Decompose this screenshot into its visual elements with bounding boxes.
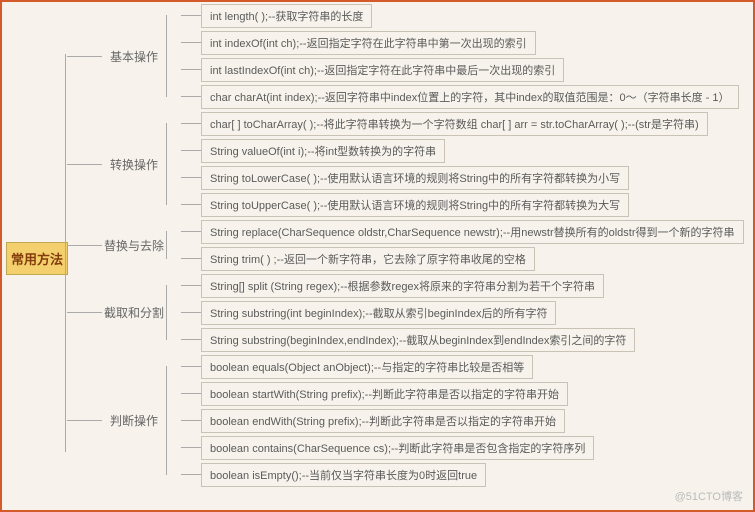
method-box: boolean isEmpty();--当前仅当字符串长度为0时返回true bbox=[201, 463, 486, 487]
list-item: String[] split (String regex);--根据参数rege… bbox=[181, 272, 635, 299]
method-box: String[] split (String regex);--根据参数rege… bbox=[201, 274, 604, 298]
list-item: boolean contains(CharSequence cs);--判断此字… bbox=[181, 434, 594, 461]
connector bbox=[67, 312, 102, 313]
list-item: String substring(beginIndex,endIndex);--… bbox=[181, 326, 635, 353]
category-label: 基本操作 bbox=[102, 44, 166, 69]
connector bbox=[67, 56, 102, 57]
bracket bbox=[166, 231, 181, 259]
category-basic: 基本操作 int length( );--获取字符串的长度 int indexO… bbox=[67, 2, 755, 110]
bracket bbox=[166, 123, 181, 205]
root-node: 常用方法 bbox=[6, 242, 68, 275]
connector bbox=[67, 164, 102, 165]
category-container: 基本操作 int length( );--获取字符串的长度 int indexO… bbox=[67, 2, 755, 488]
category-judge: 判断操作 boolean equals(Object anObject);--与… bbox=[67, 353, 755, 488]
bracket bbox=[166, 285, 181, 340]
method-box: boolean endWith(String prefix);--判断此字符串是… bbox=[201, 409, 565, 433]
method-box: String replace(CharSequence oldstr,CharS… bbox=[201, 220, 744, 244]
method-box: String trim( ) ;--返回一个新字符串，它去除了原字符串收尾的空格 bbox=[201, 247, 535, 271]
list-item: String substring(int beginIndex);--截取从索引… bbox=[181, 299, 635, 326]
item-list: String replace(CharSequence oldstr,CharS… bbox=[181, 218, 744, 272]
category-label: 替换与去除 bbox=[102, 233, 166, 258]
category-label: 判断操作 bbox=[102, 408, 166, 433]
diagram-frame: 常用方法 基本操作 int length( );--获取字符串的长度 int i… bbox=[0, 0, 755, 512]
method-box: boolean startWith(String prefix);--判断此字符… bbox=[201, 382, 568, 406]
method-box: char charAt(int index);--返回字符串中index位置上的… bbox=[201, 85, 739, 109]
method-box: String valueOf(int i);--将int型数转换为的字符串 bbox=[201, 139, 445, 163]
list-item: int length( );--获取字符串的长度 bbox=[181, 2, 739, 29]
list-item: boolean endWith(String prefix);--判断此字符串是… bbox=[181, 407, 594, 434]
list-item: boolean equals(Object anObject);--与指定的字符… bbox=[181, 353, 594, 380]
method-box: char[ ] toCharArray( );--将此字符串转换为一个字符数组 … bbox=[201, 112, 708, 136]
watermark: @51CTO博客 bbox=[675, 488, 743, 504]
method-box: int length( );--获取字符串的长度 bbox=[201, 4, 372, 28]
list-item: boolean startWith(String prefix);--判断此字符… bbox=[181, 380, 594, 407]
bracket bbox=[166, 15, 181, 97]
item-list: String[] split (String regex);--根据参数rege… bbox=[181, 272, 635, 353]
list-item: char[ ] toCharArray( );--将此字符串转换为一个字符数组 … bbox=[181, 110, 708, 137]
connector bbox=[67, 245, 102, 246]
method-box: boolean equals(Object anObject);--与指定的字符… bbox=[201, 355, 533, 379]
method-box: int indexOf(int ch);--返回指定字符在此字符串中第一次出现的… bbox=[201, 31, 536, 55]
list-item: String toUpperCase( );--使用默认语言环境的规则将Stri… bbox=[181, 191, 708, 218]
spine-line bbox=[65, 54, 66, 452]
method-box: int lastIndexOf(int ch);--返回指定字符在此字符串中最后… bbox=[201, 58, 564, 82]
item-list: boolean equals(Object anObject);--与指定的字符… bbox=[181, 353, 594, 488]
category-replace: 替换与去除 String replace(CharSequence oldstr… bbox=[67, 218, 755, 272]
method-box: String substring(beginIndex,endIndex);--… bbox=[201, 328, 635, 352]
item-list: char[ ] toCharArray( );--将此字符串转换为一个字符数组 … bbox=[181, 110, 708, 218]
list-item: int lastIndexOf(int ch);--返回指定字符在此字符串中最后… bbox=[181, 56, 739, 83]
category-convert: 转换操作 char[ ] toCharArray( );--将此字符串转换为一个… bbox=[67, 110, 755, 218]
category-label: 截取和分割 bbox=[102, 300, 166, 325]
category-label: 转换操作 bbox=[102, 152, 166, 177]
item-list: int length( );--获取字符串的长度 int indexOf(int… bbox=[181, 2, 739, 110]
list-item: String toLowerCase( );--使用默认语言环境的规则将Stri… bbox=[181, 164, 708, 191]
method-box: String toLowerCase( );--使用默认语言环境的规则将Stri… bbox=[201, 166, 629, 190]
method-box: String substring(int beginIndex);--截取从索引… bbox=[201, 301, 556, 325]
list-item: int indexOf(int ch);--返回指定字符在此字符串中第一次出现的… bbox=[181, 29, 739, 56]
method-box: String toUpperCase( );--使用默认语言环境的规则将Stri… bbox=[201, 193, 629, 217]
list-item: String trim( ) ;--返回一个新字符串，它去除了原字符串收尾的空格 bbox=[181, 245, 744, 272]
list-item: boolean isEmpty();--当前仅当字符串长度为0时返回true bbox=[181, 461, 594, 488]
bracket bbox=[166, 366, 181, 475]
list-item: String replace(CharSequence oldstr,CharS… bbox=[181, 218, 744, 245]
list-item: char charAt(int index);--返回字符串中index位置上的… bbox=[181, 83, 739, 110]
category-split: 截取和分割 String[] split (String regex);--根据… bbox=[67, 272, 755, 353]
method-box: boolean contains(CharSequence cs);--判断此字… bbox=[201, 436, 594, 460]
connector bbox=[67, 420, 102, 421]
list-item: String valueOf(int i);--将int型数转换为的字符串 bbox=[181, 137, 708, 164]
